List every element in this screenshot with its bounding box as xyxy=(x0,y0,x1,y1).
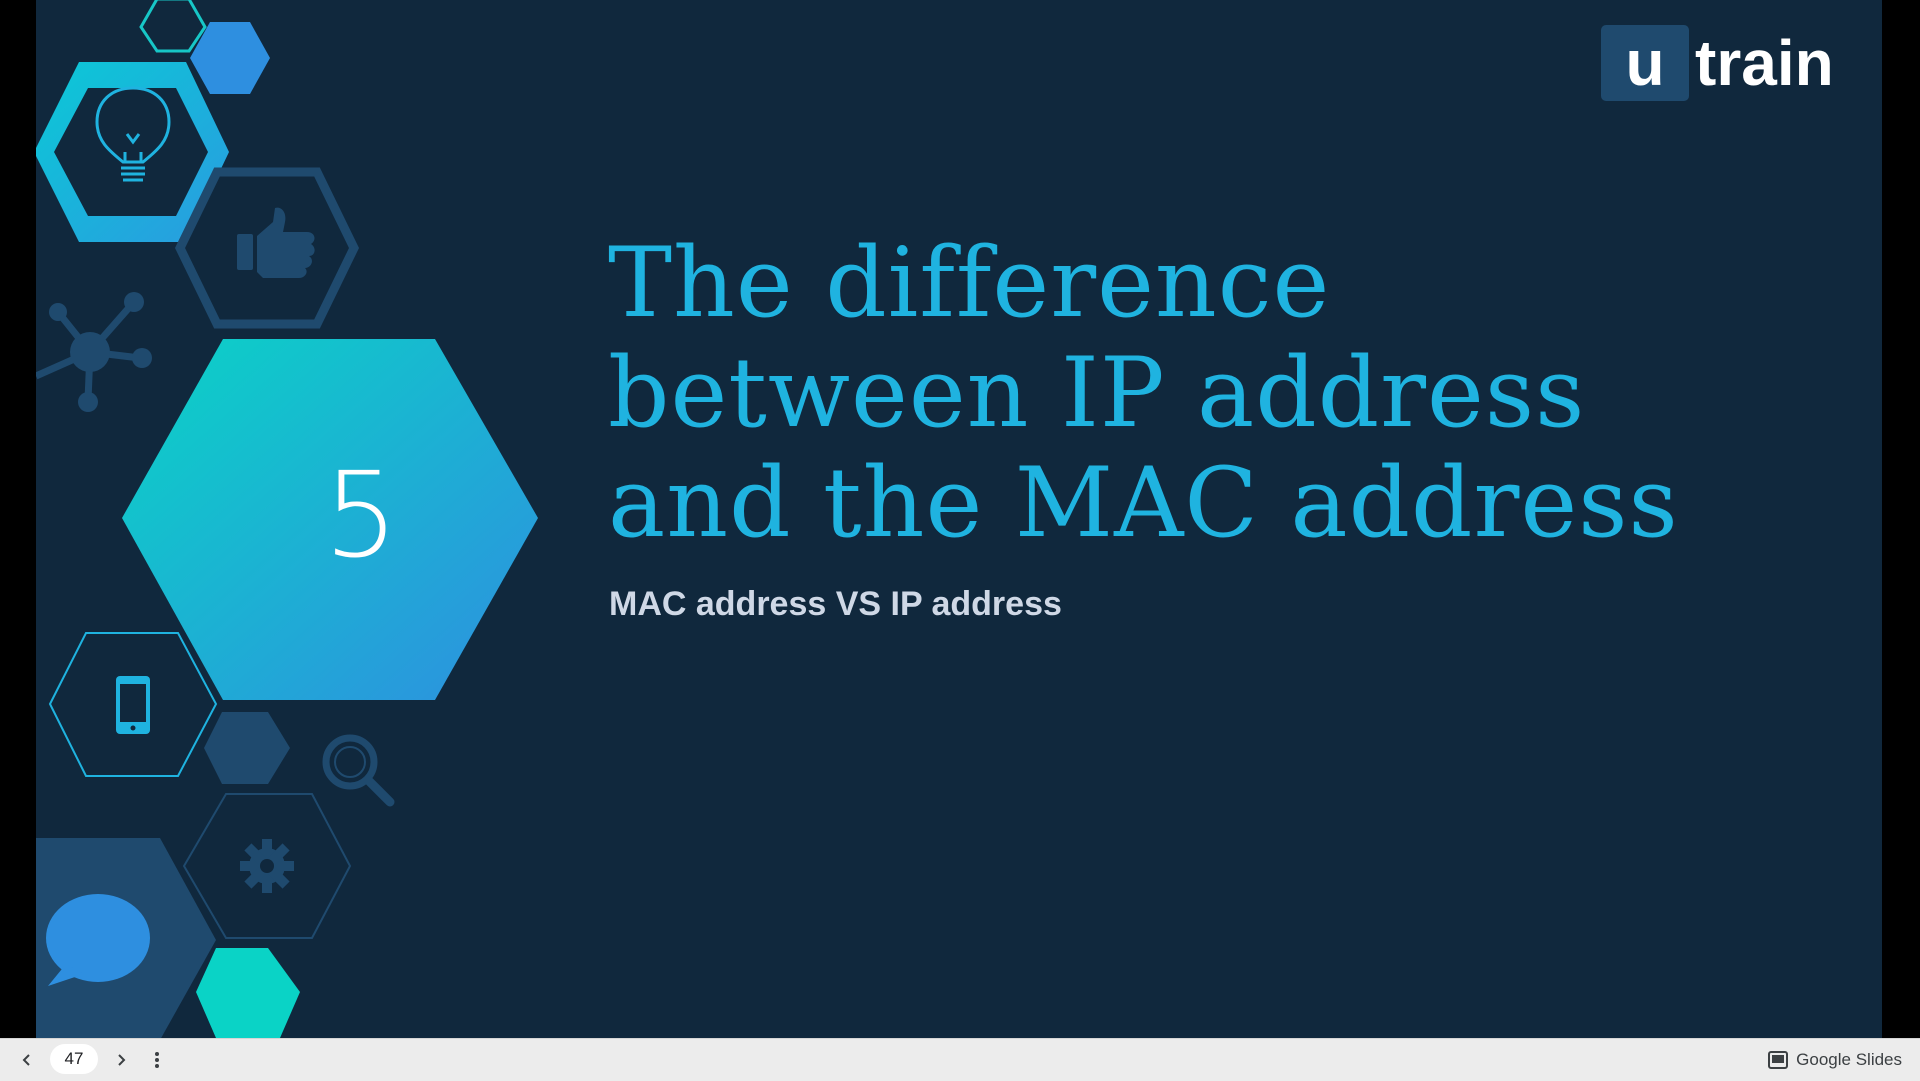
brand-label: Google Slides xyxy=(1796,1050,1902,1069)
previous-slide-button[interactable] xyxy=(14,1047,40,1073)
search-icon xyxy=(322,734,395,807)
chevron-left-icon xyxy=(22,1054,30,1066)
slide: 5 u train The difference between IP addr… xyxy=(36,0,1882,1038)
google-slides-link[interactable]: Google Slides xyxy=(1768,1039,1902,1081)
network-icon xyxy=(36,292,152,412)
utrain-logo: u train xyxy=(1601,25,1834,101)
hex-teal-bottom xyxy=(196,948,300,1038)
slides-icon xyxy=(1768,1051,1789,1069)
thumbs-up-icon xyxy=(237,207,315,278)
slide-subtitle: MAC address VS IP address xyxy=(609,585,1062,623)
logo-text: train xyxy=(1695,27,1834,99)
presentation-toolbar: 47 Google Slides xyxy=(0,1038,1920,1081)
page-number-field[interactable]: 47 xyxy=(50,1044,98,1074)
logo-box: u xyxy=(1601,25,1689,101)
smartphone-icon xyxy=(116,676,150,734)
more-vertical-icon xyxy=(155,1052,159,1068)
hex-outline-top xyxy=(139,0,207,53)
next-slide-button[interactable] xyxy=(108,1047,134,1073)
section-number: 5 xyxy=(323,446,399,584)
hex-dark-small xyxy=(204,712,290,784)
gear-icon xyxy=(240,839,294,893)
chevron-right-icon xyxy=(118,1054,126,1066)
more-options-button[interactable] xyxy=(144,1047,170,1073)
slide-title: The difference between IP address and th… xyxy=(608,227,1679,559)
